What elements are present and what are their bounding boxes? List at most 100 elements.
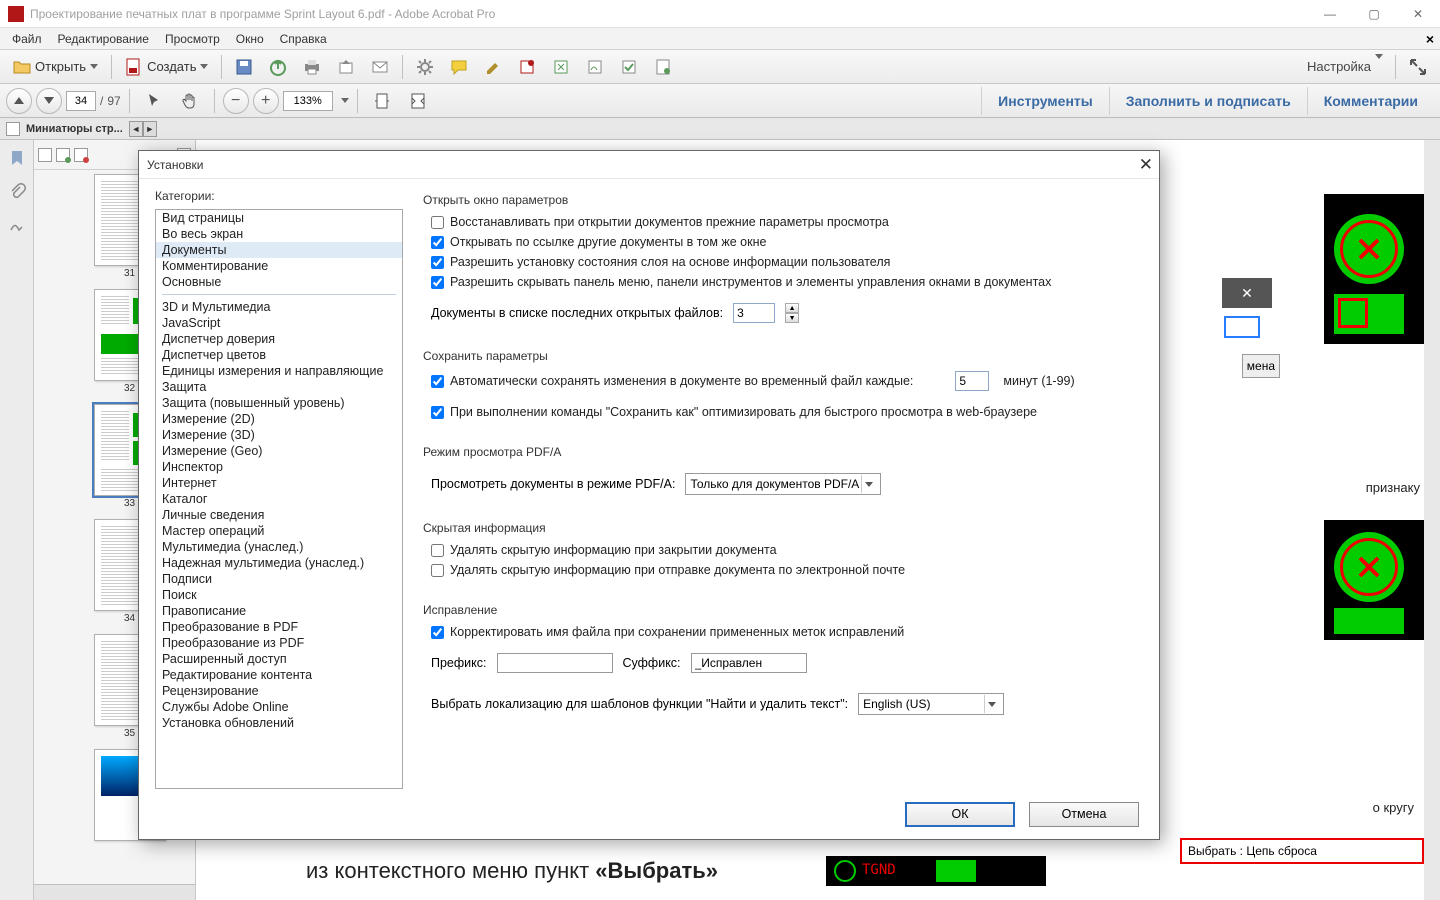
- signature-panel-icon[interactable]: [7, 216, 27, 236]
- zoom-input[interactable]: [283, 91, 333, 111]
- cat-trust-manager[interactable]: Диспетчер доверия: [156, 331, 402, 347]
- gear-button[interactable]: [409, 54, 441, 80]
- chk-restore-view[interactable]: Восстанавливать при открытии документов …: [431, 215, 1143, 229]
- email-button[interactable]: [364, 54, 396, 80]
- validate-button[interactable]: [613, 54, 645, 80]
- window-close[interactable]: ✕: [1396, 0, 1440, 28]
- nav-prev[interactable]: ◄: [129, 121, 143, 137]
- stamp-button[interactable]: [511, 54, 543, 80]
- customize-toolbar[interactable]: Настройка: [1301, 59, 1389, 74]
- nav-next[interactable]: ►: [143, 121, 157, 137]
- window-minimize[interactable]: —: [1308, 0, 1352, 28]
- cat-convert-from-pdf[interactable]: Преобразование из PDF: [156, 635, 402, 651]
- paperclip-icon[interactable]: [7, 182, 27, 202]
- prefix-input[interactable]: [497, 653, 613, 673]
- thumbnails-hscroll[interactable]: [34, 884, 195, 900]
- page-down-button[interactable]: [36, 88, 62, 114]
- cat-commenting[interactable]: Комментирование: [156, 258, 402, 274]
- hand-tool[interactable]: [174, 88, 206, 114]
- cat-updater[interactable]: Установка обновлений: [156, 715, 402, 731]
- locale-select[interactable]: English (US): [858, 693, 1004, 715]
- chk-hidden-on-close[interactable]: Удалять скрытую информацию при закрытии …: [431, 543, 1143, 557]
- chk-cross-links[interactable]: Открывать по ссылке другие документы в т…: [431, 235, 1143, 249]
- zoom-in-button[interactable]: +: [253, 88, 279, 114]
- menu-help[interactable]: Справка: [272, 30, 335, 48]
- chk-redact-filename[interactable]: Корректировать имя файла при сохранении …: [431, 625, 1143, 639]
- pdfa-mode-select[interactable]: Только для документов PDF/A: [685, 473, 881, 495]
- open-button[interactable]: Открыть: [6, 54, 105, 80]
- recent-docs-input[interactable]: [733, 303, 775, 323]
- tab-fill-sign[interactable]: Заполнить и подписать: [1109, 87, 1307, 115]
- cat-documents[interactable]: Документы: [156, 242, 402, 258]
- chevron-down-icon[interactable]: [341, 98, 349, 103]
- categories-listbox[interactable]: Вид страницы Во весь экран Документы Ком…: [155, 209, 403, 789]
- select-tool[interactable]: [138, 88, 170, 114]
- tab-tools[interactable]: Инструменты: [981, 87, 1109, 115]
- fullscreen-button[interactable]: [1402, 54, 1434, 80]
- cat-javascript[interactable]: JavaScript: [156, 315, 402, 331]
- save-button[interactable]: [228, 54, 260, 80]
- chk-hidden-on-email[interactable]: Удалять скрытую информацию при отправке …: [431, 563, 1143, 577]
- share-button[interactable]: [330, 54, 362, 80]
- attach-button[interactable]: [545, 54, 577, 80]
- cat-accessibility[interactable]: Расширенный доступ: [156, 651, 402, 667]
- cat-3d[interactable]: 3D и Мультимедиа: [156, 299, 402, 315]
- cat-measure-2d[interactable]: Измерение (2D): [156, 411, 402, 427]
- mini-dialog-field[interactable]: [1224, 316, 1260, 338]
- fit-width-button[interactable]: [402, 88, 434, 114]
- mini-dialog-cancel[interactable]: мена: [1242, 354, 1280, 378]
- cat-page-display[interactable]: Вид страницы: [156, 210, 402, 226]
- cancel-button[interactable]: Отмена: [1029, 802, 1139, 827]
- cat-action-wizard[interactable]: Мастер операций: [156, 523, 402, 539]
- form-button[interactable]: [647, 54, 679, 80]
- ok-button[interactable]: ОК: [905, 802, 1015, 827]
- window-maximize[interactable]: ▢: [1352, 0, 1396, 28]
- print-button[interactable]: [296, 54, 328, 80]
- zoom-out-button[interactable]: −: [223, 88, 249, 114]
- cat-internet[interactable]: Интернет: [156, 475, 402, 491]
- tab-comments[interactable]: Комментарии: [1307, 87, 1434, 115]
- comment-button[interactable]: [443, 54, 475, 80]
- thumb-tool-1[interactable]: [38, 148, 52, 162]
- recent-docs-spinner[interactable]: ▲▼: [785, 303, 799, 323]
- cat-reviewing[interactable]: Рецензирование: [156, 683, 402, 699]
- cat-signatures[interactable]: Подписи: [156, 571, 402, 587]
- thumb-tool-3[interactable]: [74, 148, 88, 162]
- chk-hide-ui[interactable]: Разрешить скрывать панель меню, панели и…: [431, 275, 1143, 289]
- cat-content-editing[interactable]: Редактирование контента: [156, 667, 402, 683]
- highlight-button[interactable]: [477, 54, 509, 80]
- cat-catalog[interactable]: Каталог: [156, 491, 402, 507]
- chk-saveas-optimize[interactable]: При выполнении команды "Сохранить как" о…: [431, 405, 1143, 419]
- cat-search[interactable]: Поиск: [156, 587, 402, 603]
- bookmark-icon[interactable]: [7, 148, 27, 168]
- thumb-tool-2[interactable]: [56, 148, 70, 162]
- menu-file[interactable]: Файл: [4, 30, 50, 48]
- cat-identity[interactable]: Личные сведения: [156, 507, 402, 523]
- menu-window[interactable]: Окно: [228, 30, 272, 48]
- document-close-button[interactable]: ×: [1426, 31, 1434, 47]
- cat-measure-geo[interactable]: Измерение (Geo): [156, 443, 402, 459]
- cat-convert-to-pdf[interactable]: Преобразование в PDF: [156, 619, 402, 635]
- cat-inspector[interactable]: Инспектор: [156, 459, 402, 475]
- cat-general[interactable]: Основные: [156, 274, 402, 290]
- cat-measure-3d[interactable]: Измерение (3D): [156, 427, 402, 443]
- chk-layer-state[interactable]: Разрешить установку состояния слоя на ос…: [431, 255, 1143, 269]
- cat-security-enhanced[interactable]: Защита (повышенный уровень): [156, 395, 402, 411]
- cat-fullscreen[interactable]: Во весь экран: [156, 226, 402, 242]
- export-button[interactable]: [262, 54, 294, 80]
- mini-dialog-close[interactable]: ✕: [1222, 278, 1272, 308]
- suffix-input[interactable]: [691, 653, 807, 673]
- cat-adobe-online[interactable]: Службы Adobe Online: [156, 699, 402, 715]
- document-vscroll[interactable]: [1424, 140, 1440, 900]
- fit-page-button[interactable]: [366, 88, 398, 114]
- cat-multimedia-legacy[interactable]: Мультимедиа (унаслед.): [156, 539, 402, 555]
- page-up-button[interactable]: [6, 88, 32, 114]
- cat-units[interactable]: Единицы измерения и направляющие: [156, 363, 402, 379]
- page-number-input[interactable]: [66, 91, 96, 111]
- create-button[interactable]: Создать: [118, 54, 215, 80]
- sign-button[interactable]: [579, 54, 611, 80]
- dialog-close-button[interactable]: ✕: [1139, 155, 1153, 175]
- cat-security[interactable]: Защита: [156, 379, 402, 395]
- menu-view[interactable]: Просмотр: [157, 30, 228, 48]
- autosave-minutes-input[interactable]: [955, 371, 989, 391]
